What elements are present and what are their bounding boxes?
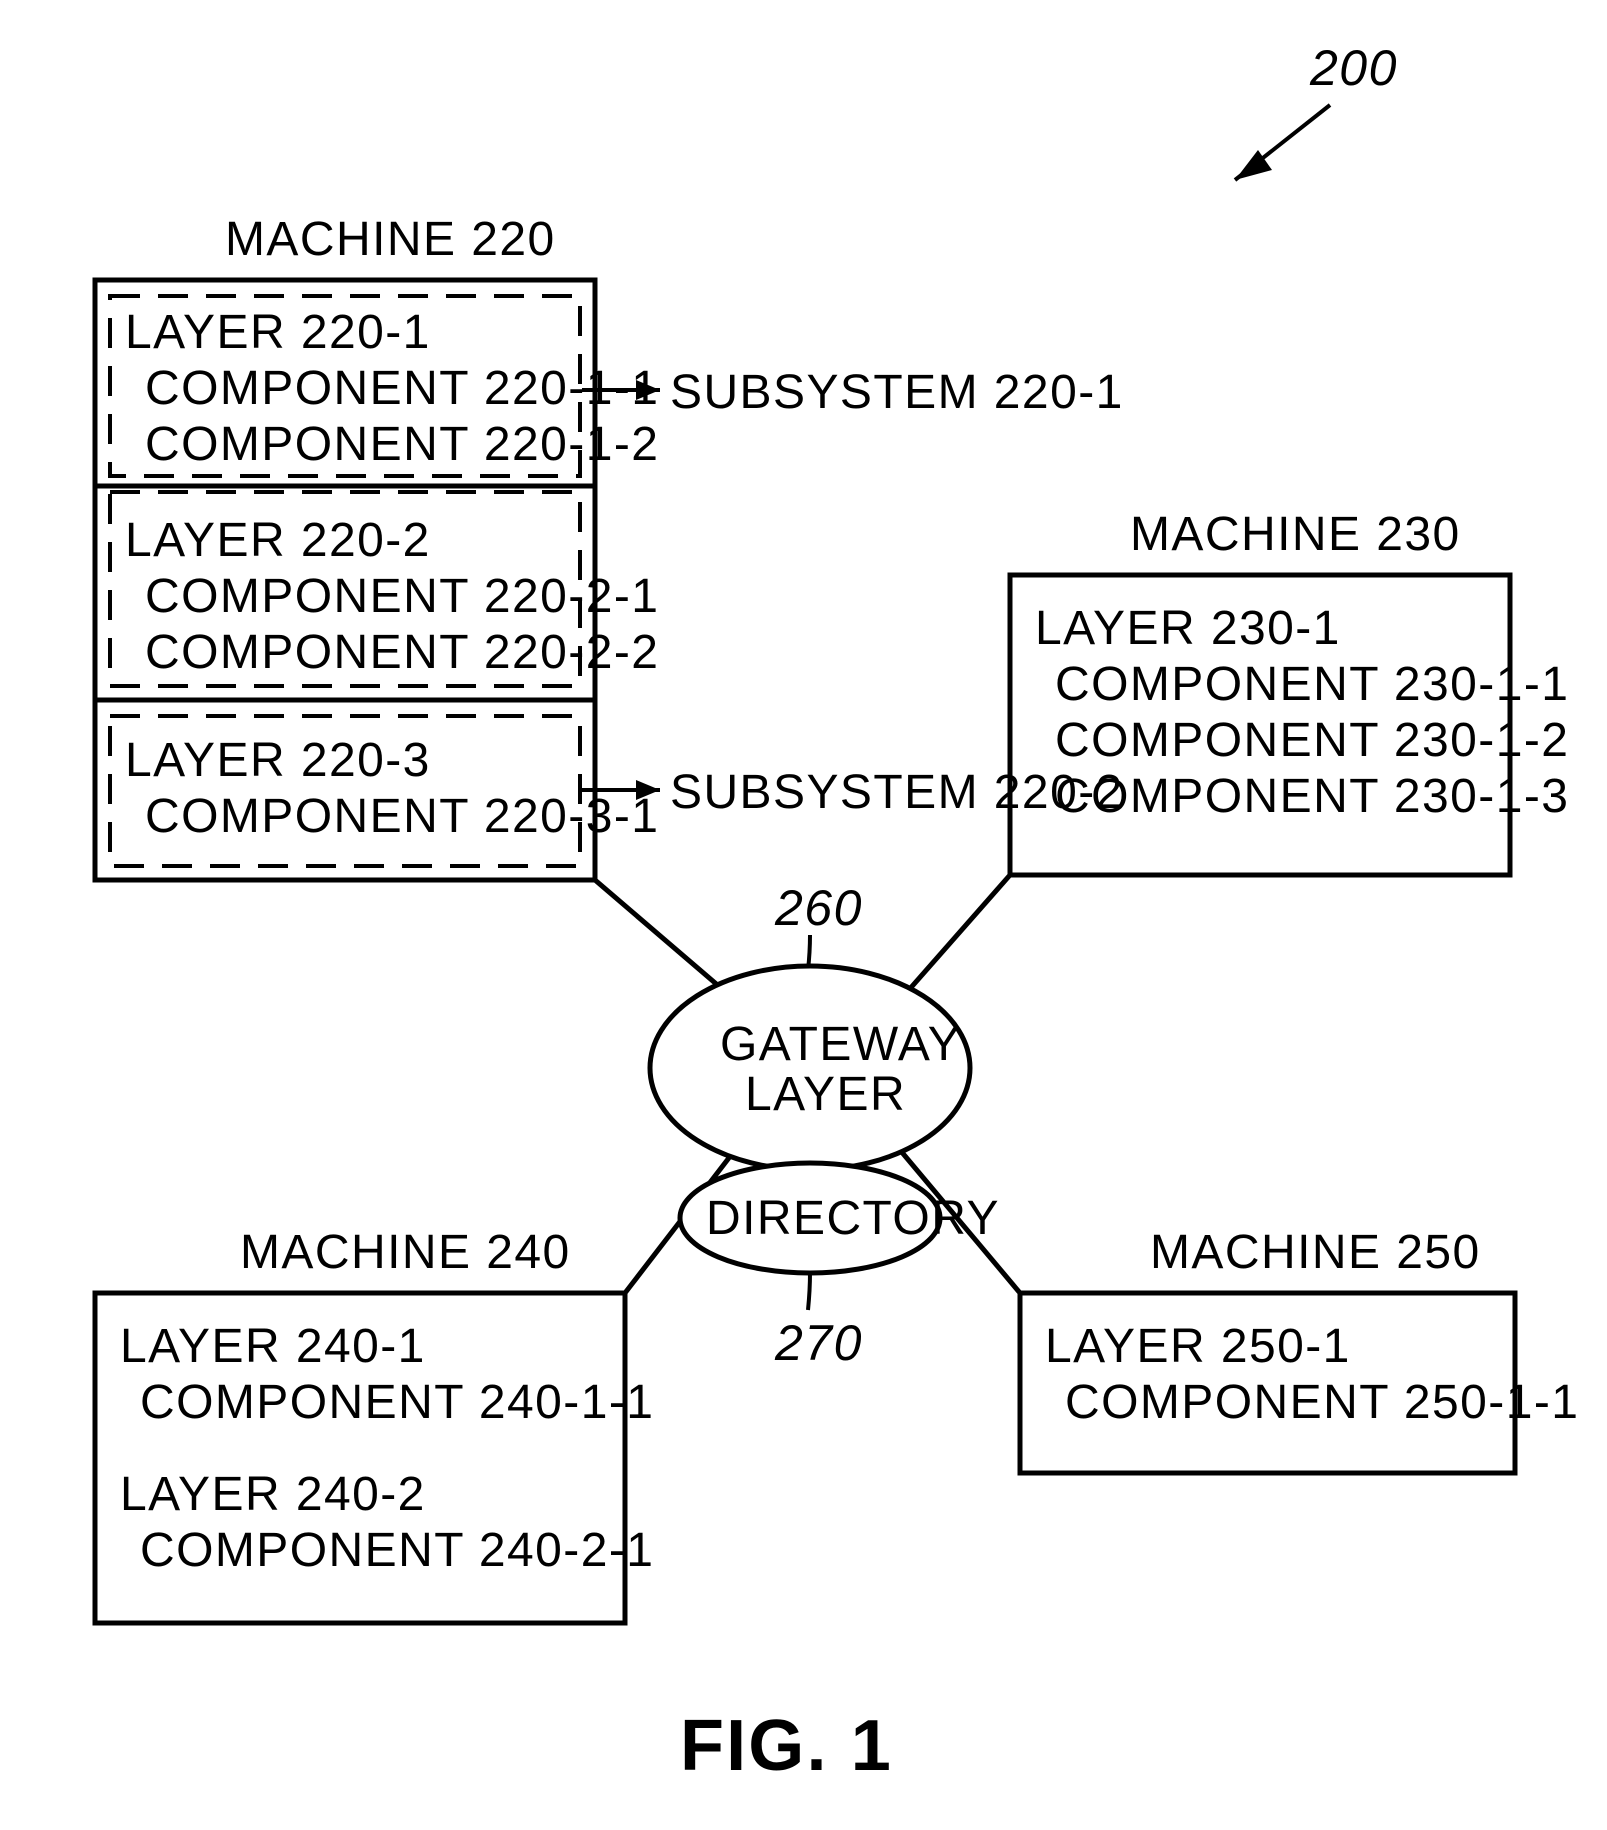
machine-230-layer1-c1: COMPONENT 230-1-1 (1055, 658, 1569, 711)
machine-250-layer1-c1: COMPONENT 250-1-1 (1065, 1376, 1579, 1429)
machine-240-layer1-name: LAYER 240-1 (120, 1320, 426, 1373)
machine-220-layer1-c2: COMPONENT 220-1-2 (145, 418, 659, 471)
machine-240-layer2-c1: COMPONENT 240-2-1 (140, 1524, 654, 1577)
figure-caption: FIG. 1 (680, 1706, 893, 1786)
machine-240-layer2-name: LAYER 240-2 (120, 1468, 426, 1521)
machine-230-layer1-c3: COMPONENT 230-1-3 (1055, 770, 1569, 823)
machine-220-layer3-name: LAYER 220-3 (125, 734, 431, 787)
gateway-ref: 260 (774, 880, 863, 936)
machine-240-layer1-c1: COMPONENT 240-1-1 (140, 1376, 654, 1429)
machine-220-layer1-name: LAYER 220-1 (125, 306, 431, 359)
subsystem-220-1-label: SUBSYSTEM 220-1 (670, 366, 1124, 419)
conn-220-gateway (595, 880, 735, 1000)
machine-220-layer2-name: LAYER 220-2 (125, 514, 431, 567)
machine-230-title: MACHINE 230 (1130, 508, 1461, 561)
machine-250-layer1-name: LAYER 250-1 (1045, 1320, 1351, 1373)
machine-230-layer1-name: LAYER 230-1 (1035, 602, 1341, 655)
machine-220-layer3-c1: COMPONENT 220-3-1 (145, 790, 659, 843)
diagram-canvas: 200 MACHINE 220 LAYER 220-1 COMPONENT 22… (0, 0, 1607, 1830)
machine-230-layer1-c2: COMPONENT 230-1-2 (1055, 714, 1569, 767)
conn-230-gateway (900, 875, 1010, 1000)
machine-220-layer2-c2: COMPONENT 220-2-2 (145, 626, 659, 679)
machine-240-title: MACHINE 240 (240, 1226, 571, 1279)
directory-ref: 270 (774, 1315, 863, 1371)
machine-250-title: MACHINE 250 (1150, 1226, 1481, 1279)
directory-ref-lead (808, 1273, 810, 1310)
machine-220-layer2-c1: COMPONENT 220-2-1 (145, 570, 659, 623)
ref-numeral: 200 (1309, 40, 1398, 96)
gateway-label-2: LAYER (745, 1068, 906, 1121)
directory-label: DIRECTORY (706, 1192, 1000, 1245)
gateway-label-1: GATEWAY (720, 1018, 961, 1071)
machine-220-title: MACHINE 220 (225, 213, 556, 266)
